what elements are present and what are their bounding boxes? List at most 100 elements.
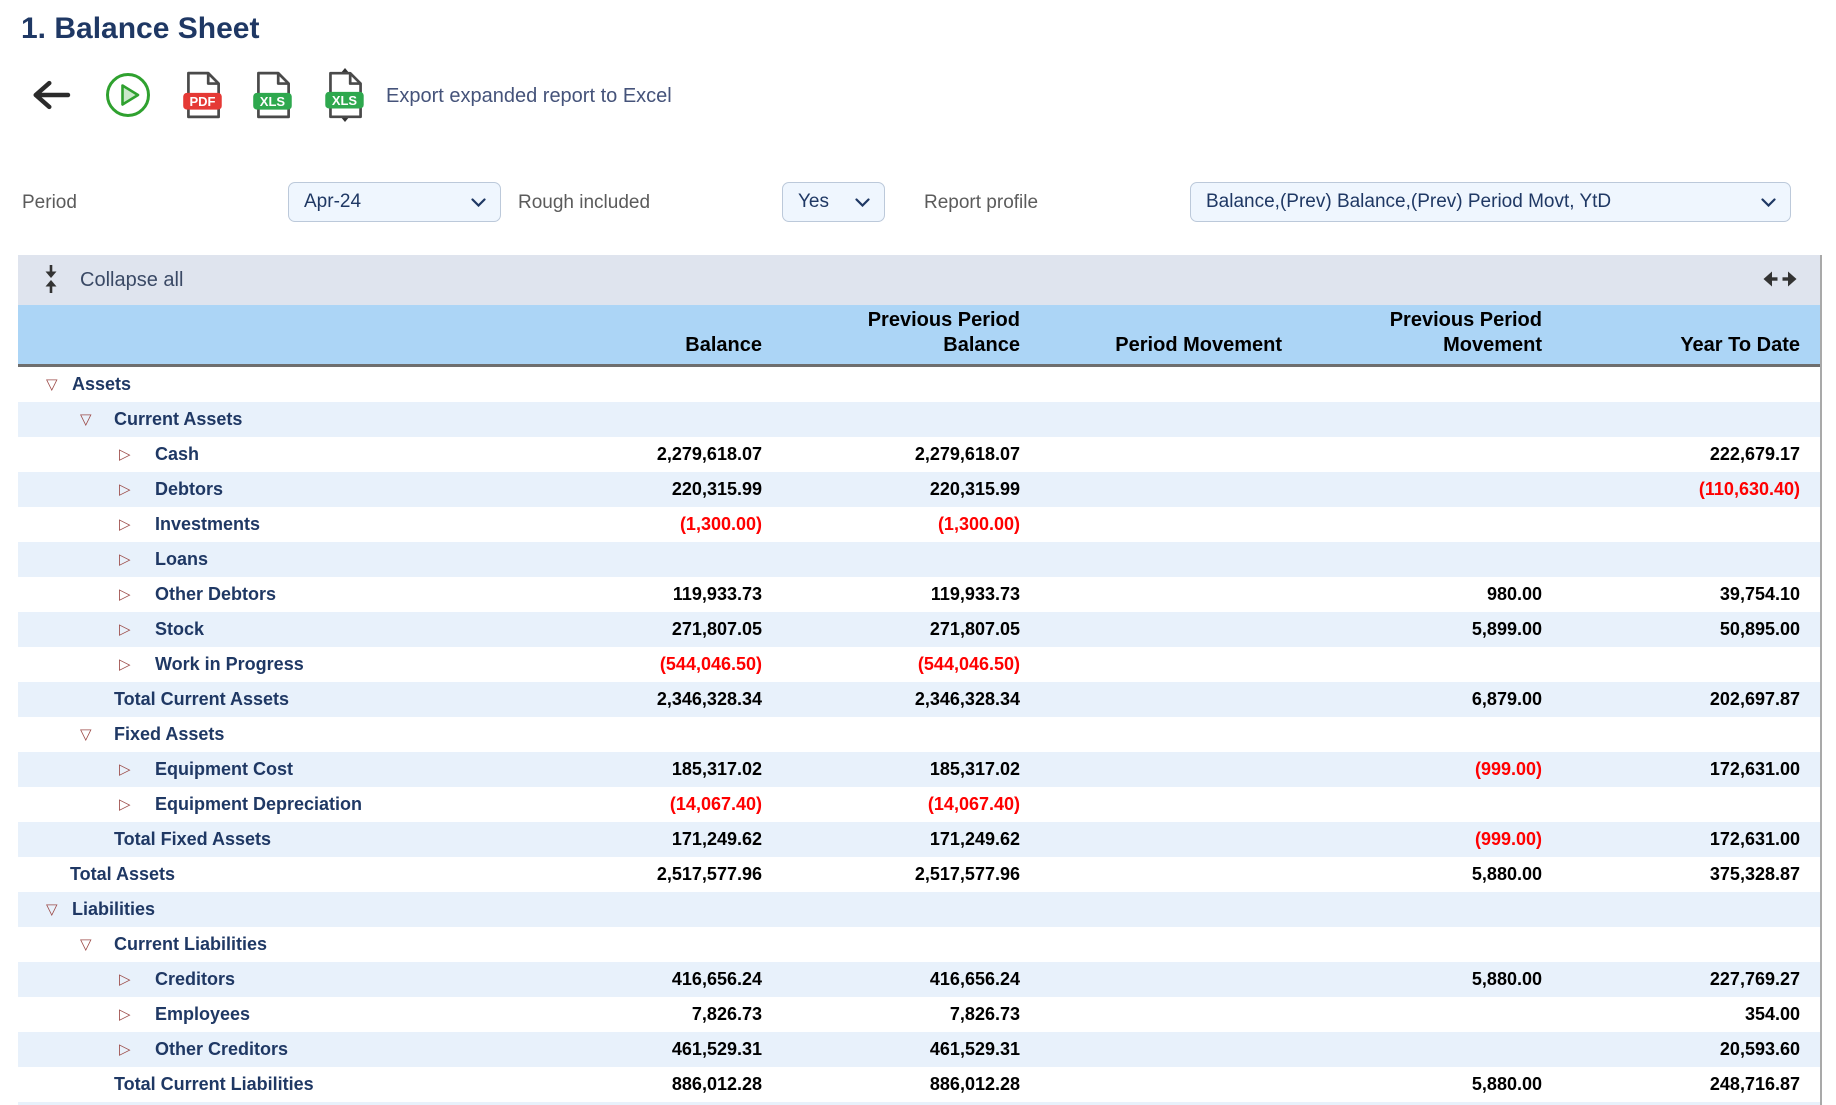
pdf-file-icon: PDF — [180, 70, 226, 123]
expand-triangle-icon[interactable]: ▷ — [119, 482, 139, 497]
table-row: ▷Stock271,807.05271,807.055,899.0050,895… — [18, 612, 1820, 647]
expand-horizontal-icon — [1762, 268, 1798, 293]
table-row: ▷Work in Progress(544,046.50)(544,046.50… — [18, 647, 1820, 682]
filter-bar: Period Apr-24 Rough included Yes Report … — [0, 182, 1836, 224]
expand-triangle-icon[interactable]: ▷ — [119, 1042, 139, 1057]
row-label: Current Assets — [114, 409, 242, 430]
expand-triangle-icon[interactable]: ▷ — [119, 447, 139, 462]
grid-body: ▽Assets▽Current Assets▷Cash2,279,618.072… — [18, 367, 1820, 1105]
period-select[interactable]: Apr-24 — [288, 182, 501, 222]
table-row: Total Assets2,517,577.962,517,577.965,88… — [18, 857, 1820, 892]
cell-value: 39,754.10 — [1542, 584, 1800, 605]
cell-value: 2,279,618.07 — [560, 444, 762, 465]
table-row: ▷Creditors416,656.24416,656.245,880.0022… — [18, 962, 1820, 997]
collapse-triangle-icon[interactable]: ▽ — [80, 727, 100, 742]
period-label: Period — [22, 192, 77, 214]
expand-triangle-icon[interactable]: ▷ — [119, 657, 139, 672]
export-excel-button[interactable]: XLS — [250, 70, 296, 123]
cell-value: (110,630.40) — [1542, 479, 1800, 500]
row-label: Fixed Assets — [114, 724, 224, 745]
grid-header-row: BalancePrevious PeriodBalancePeriod Move… — [18, 305, 1820, 367]
run-report-button[interactable] — [104, 71, 152, 122]
collapse-all-label: Collapse all — [80, 269, 183, 292]
table-row: ▷ Employees 7,826.737,826.73 354.00 — [18, 997, 1820, 1032]
cell-value: 2,279,618.07 — [762, 444, 1020, 465]
table-row: Total Current Assets2,346,328.342,346,32… — [18, 682, 1820, 717]
back-arrow-icon — [30, 78, 72, 115]
cell-value: 20,593.60 — [1542, 1039, 1800, 1060]
cell-value: 172,631.00 — [1542, 759, 1800, 780]
collapse-triangle-icon[interactable]: ▽ — [46, 377, 66, 392]
cell-value: 354.00 — [1542, 1004, 1800, 1025]
back-button[interactable] — [30, 78, 72, 115]
column-header: Year To Date — [1542, 305, 1800, 364]
cell-value: 220,315.99 — [560, 479, 762, 500]
table-row: ▽ Liabilities — [18, 892, 1820, 927]
table-row: ▽ Current Liabilities — [18, 927, 1820, 962]
expand-triangle-icon[interactable]: ▷ — [119, 552, 139, 567]
collapse-all-button[interactable]: Collapse all — [40, 264, 183, 297]
cell-value: 50,895.00 — [1542, 619, 1800, 640]
cell-value: 886,012.28 — [762, 1074, 1020, 1095]
table-row: ▷Other Debtors119,933.73119,933.73980.00… — [18, 577, 1820, 612]
cell-value: 271,807.05 — [762, 619, 1020, 640]
table-row: ▷Other Creditors461,529.31461,529.3120,5… — [18, 1032, 1820, 1067]
row-label: Current Liabilities — [114, 934, 267, 955]
expand-triangle-icon[interactable]: ▷ — [119, 762, 139, 777]
cell-value: 375,328.87 — [1542, 864, 1800, 885]
cell-value: 5,880.00 — [1282, 864, 1542, 885]
column-header: Period Movement — [1020, 305, 1282, 364]
balance-sheet-grid: Collapse all BalancePrevious PeriodBalan… — [18, 255, 1822, 1105]
cell-value: 886,012.28 — [560, 1074, 762, 1095]
row-label: Debtors — [155, 479, 223, 500]
cell-value: 7,826.73 — [560, 1004, 762, 1025]
rough-included-label: Rough included — [518, 192, 650, 214]
expand-triangle-icon[interactable]: ▷ — [119, 587, 139, 602]
row-label: Creditors — [155, 969, 235, 990]
row-label: Total Current Assets — [114, 689, 289, 710]
row-label: Total Fixed Assets — [114, 829, 271, 850]
xls-expand-file-icon: XLS — [322, 68, 368, 125]
table-row: ▷Equipment Cost185,317.02185,317.02(999.… — [18, 752, 1820, 787]
cell-value: 7,826.73 — [762, 1004, 1020, 1025]
cell-value: 227,769.27 — [1542, 969, 1800, 990]
cell-value: (1,300.00) — [560, 514, 762, 535]
collapse-triangle-icon[interactable]: ▽ — [46, 902, 66, 917]
export-pdf-button[interactable]: PDF — [180, 70, 226, 123]
cell-value: 416,656.24 — [762, 969, 1020, 990]
chevron-down-icon — [471, 191, 486, 213]
table-row: ▽ Fixed Assets — [18, 717, 1820, 752]
cell-value: (14,067.40) — [762, 794, 1020, 815]
column-header: Balance — [560, 305, 762, 364]
row-label: Employees — [155, 1004, 250, 1025]
row-label: Other Creditors — [155, 1039, 288, 1060]
table-row: ▷Cash2,279,618.072,279,618.07222,679.17 — [18, 437, 1820, 472]
expand-triangle-icon[interactable]: ▷ — [119, 517, 139, 532]
table-row: ▷Investments(1,300.00)(1,300.00) — [18, 507, 1820, 542]
expand-triangle-icon[interactable]: ▷ — [119, 972, 139, 987]
report-profile-select[interactable]: Balance,(Prev) Balance,(Prev) Period Mov… — [1190, 182, 1791, 222]
cell-value: 202,697.87 — [1542, 689, 1800, 710]
column-header: Previous PeriodMovement — [1282, 305, 1542, 364]
report-profile-select-value: Balance,(Prev) Balance,(Prev) Period Mov… — [1206, 191, 1611, 213]
cell-value: 461,529.31 — [762, 1039, 1020, 1060]
collapse-triangle-icon[interactable]: ▽ — [80, 937, 100, 952]
row-label: Other Debtors — [155, 584, 276, 605]
expand-width-button[interactable] — [1762, 268, 1798, 293]
expand-triangle-icon[interactable]: ▷ — [119, 1007, 139, 1022]
report-toolbar: PDF XLS — [30, 68, 672, 124]
svg-text:PDF: PDF — [189, 93, 215, 108]
export-expanded-excel-button[interactable]: XLS — [322, 68, 368, 125]
cell-value: 5,899.00 — [1282, 619, 1542, 640]
cell-value: 119,933.73 — [560, 584, 762, 605]
expand-triangle-icon[interactable]: ▷ — [119, 622, 139, 637]
cell-value: 172,631.00 — [1542, 829, 1800, 850]
row-label: Liabilities — [72, 899, 155, 920]
table-row: ▷Loans — [18, 542, 1820, 577]
rough-included-select-value: Yes — [798, 191, 829, 213]
rough-included-select[interactable]: Yes — [782, 182, 885, 222]
balance-sheet-page: 1. Balance Sheet PDF — [0, 0, 1836, 1105]
expand-triangle-icon[interactable]: ▷ — [119, 797, 139, 812]
collapse-triangle-icon[interactable]: ▽ — [80, 412, 100, 427]
period-select-value: Apr-24 — [304, 191, 361, 213]
